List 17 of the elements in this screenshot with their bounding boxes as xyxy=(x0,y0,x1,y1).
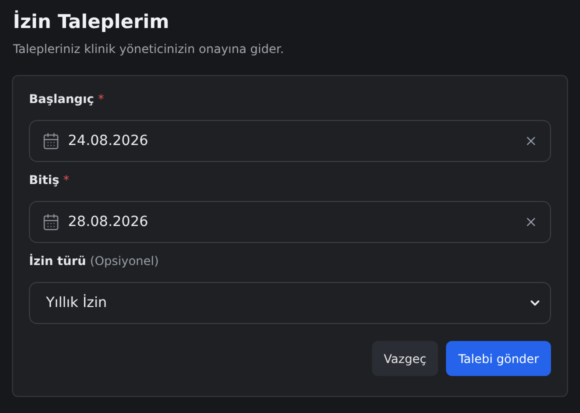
page-subtitle: Talepleriniz klinik yöneticinizin onayına gider. xyxy=(13,41,285,57)
clear-button[interactable] xyxy=(524,215,538,229)
calendar-icon xyxy=(42,132,60,150)
clear-button[interactable] xyxy=(524,134,538,148)
field-label: Başlangıç xyxy=(29,91,94,108)
date-field[interactable]: 28.08.2026 xyxy=(29,201,551,243)
cancel-button[interactable]: Vazgeç xyxy=(372,341,438,376)
field-label: İzin türü xyxy=(29,252,86,270)
date-field[interactable]: 24.08.2026 xyxy=(29,120,551,162)
calendar-icon xyxy=(42,213,60,231)
required-mark: * xyxy=(98,91,104,108)
required-mark: * xyxy=(63,172,70,189)
optional-note: (Opsiyonel) xyxy=(90,253,159,270)
select-field[interactable]: Yıllık İzin xyxy=(29,282,551,324)
field-label: Bitiş xyxy=(29,172,60,189)
page-title: İzin Taleplerim xyxy=(13,10,170,34)
submit-button[interactable]: Talebi gönder xyxy=(446,341,551,376)
